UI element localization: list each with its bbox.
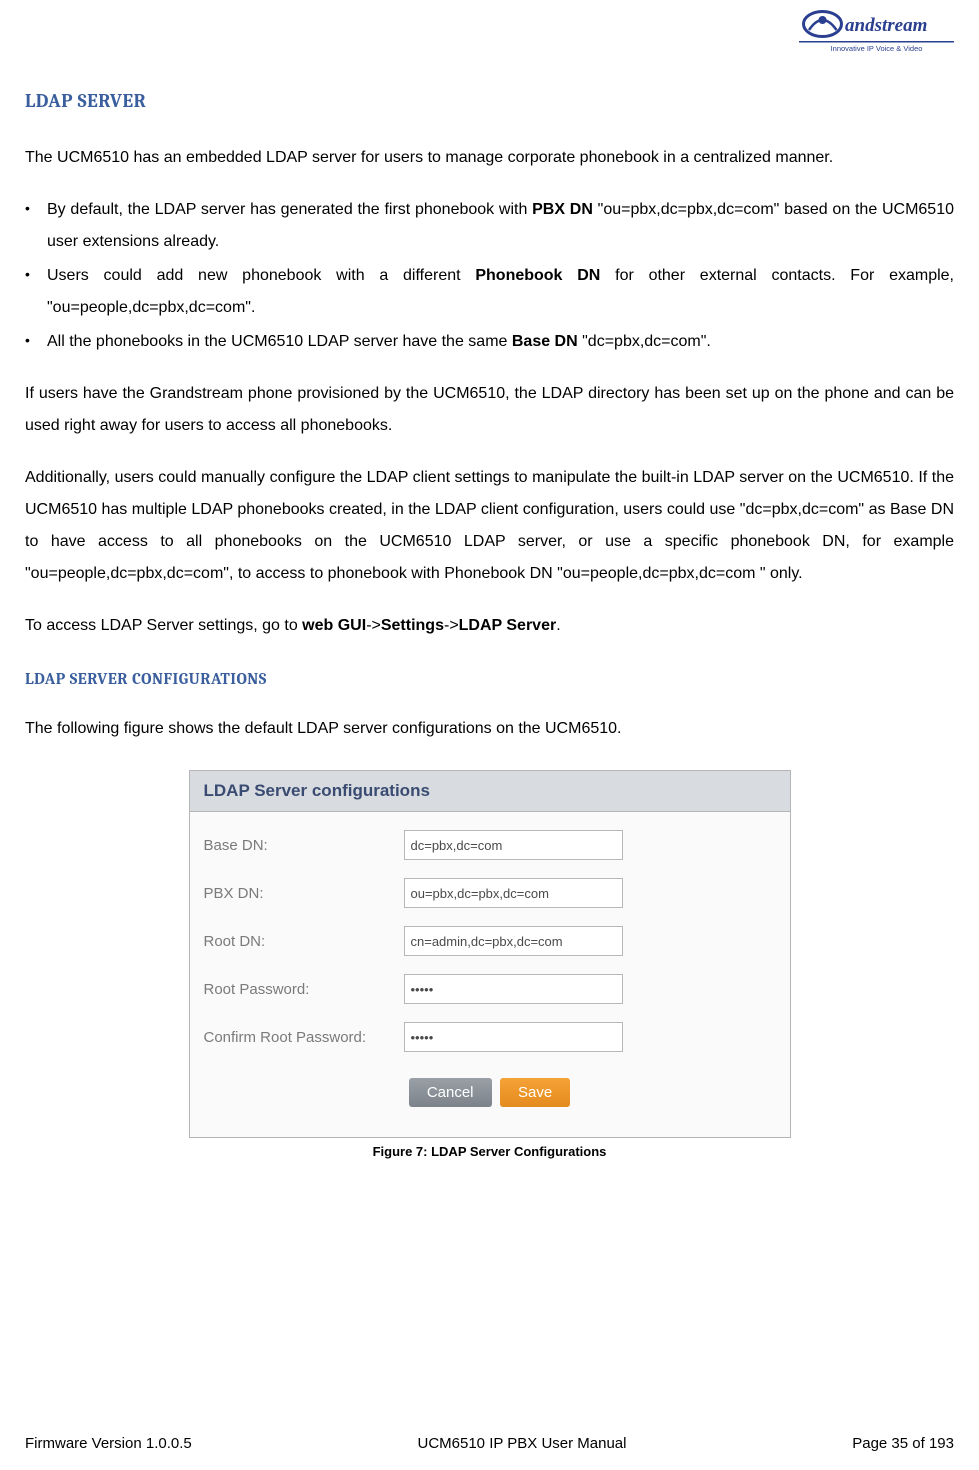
svg-text:Innovative IP Voice & Video: Innovative IP Voice & Video bbox=[831, 44, 923, 53]
confirm-password-label: Confirm Root Password: bbox=[204, 1029, 404, 1046]
nav-settings: Settings bbox=[381, 617, 444, 634]
nav-arrow: -> bbox=[366, 617, 381, 634]
svg-text:andstream: andstream bbox=[845, 15, 927, 36]
bullet-text-pre: All the phonebooks in the UCM6510 LDAP s… bbox=[47, 333, 512, 350]
root-dn-label: Root DN: bbox=[204, 933, 404, 950]
provisioned-paragraph: If users have the Grandstream phone prov… bbox=[25, 378, 954, 442]
config-row-confirm-password: Confirm Root Password: bbox=[204, 1022, 776, 1052]
bullet-list: By default, the LDAP server has generate… bbox=[25, 194, 954, 358]
root-dn-input[interactable] bbox=[404, 926, 623, 956]
bullet-text-bold: Phonebook DN bbox=[475, 267, 600, 284]
base-dn-label: Base DN: bbox=[204, 837, 404, 854]
base-dn-input[interactable] bbox=[404, 830, 623, 860]
intro-paragraph: The UCM6510 has an embedded LDAP server … bbox=[25, 142, 954, 174]
config-row-root-dn: Root DN: bbox=[204, 926, 776, 956]
nav-ldap-server: LDAP Server bbox=[459, 617, 557, 634]
nav-suffix: . bbox=[556, 617, 560, 634]
config-row-base-dn: Base DN: bbox=[204, 830, 776, 860]
config-row-pbx-dn: PBX DN: bbox=[204, 878, 776, 908]
bullet-text-pre: Users could add new phonebook with a dif… bbox=[47, 267, 475, 284]
grandstream-logo-icon: andstream Innovative IP Voice & Video bbox=[799, 5, 954, 55]
heading-ldap-server: LDAP SERVER bbox=[25, 90, 954, 112]
footer-manual-title: UCM6510 IP PBX User Manual bbox=[418, 1435, 627, 1452]
footer-page-number: Page 35 of 193 bbox=[852, 1435, 954, 1452]
config-row-root-password: Root Password: bbox=[204, 974, 776, 1004]
brand-logo: andstream Innovative IP Voice & Video bbox=[799, 5, 954, 60]
confirm-password-input[interactable] bbox=[404, 1022, 623, 1052]
list-item: All the phonebooks in the UCM6510 LDAP s… bbox=[47, 326, 954, 358]
bullet-text-pre: By default, the LDAP server has generate… bbox=[47, 201, 532, 218]
nav-web-gui: web GUI bbox=[302, 617, 366, 634]
page-footer: Firmware Version 1.0.0.5 UCM6510 IP PBX … bbox=[25, 1435, 954, 1452]
pbx-dn-label: PBX DN: bbox=[204, 885, 404, 902]
save-button[interactable]: Save bbox=[500, 1078, 570, 1107]
bullet-text-bold: PBX DN bbox=[532, 201, 593, 218]
list-item: Users could add new phonebook with a dif… bbox=[47, 260, 954, 324]
bullet-text-bold: Base DN bbox=[512, 333, 578, 350]
pbx-dn-input[interactable] bbox=[404, 878, 623, 908]
additionally-paragraph: Additionally, users could manually confi… bbox=[25, 462, 954, 590]
following-figure-paragraph: The following figure shows the default L… bbox=[25, 713, 954, 745]
nav-prefix: To access LDAP Server settings, go to bbox=[25, 617, 302, 634]
ldap-config-panel: LDAP Server configurations Base DN: PBX … bbox=[189, 770, 791, 1138]
root-password-input[interactable] bbox=[404, 974, 623, 1004]
cancel-button[interactable]: Cancel bbox=[409, 1078, 492, 1107]
list-item: By default, the LDAP server has generate… bbox=[47, 194, 954, 258]
nav-path-paragraph: To access LDAP Server settings, go to we… bbox=[25, 610, 954, 642]
footer-firmware: Firmware Version 1.0.0.5 bbox=[25, 1435, 192, 1452]
bullet-text-mid: "dc=pbx,dc=com". bbox=[578, 333, 711, 350]
config-panel-title: LDAP Server configurations bbox=[190, 771, 790, 812]
figure-caption: Figure 7: LDAP Server Configurations bbox=[25, 1144, 954, 1159]
root-password-label: Root Password: bbox=[204, 981, 404, 998]
nav-arrow: -> bbox=[444, 617, 459, 634]
heading-ldap-configurations: LDAP SERVER CONFIGURATIONS bbox=[25, 670, 954, 688]
